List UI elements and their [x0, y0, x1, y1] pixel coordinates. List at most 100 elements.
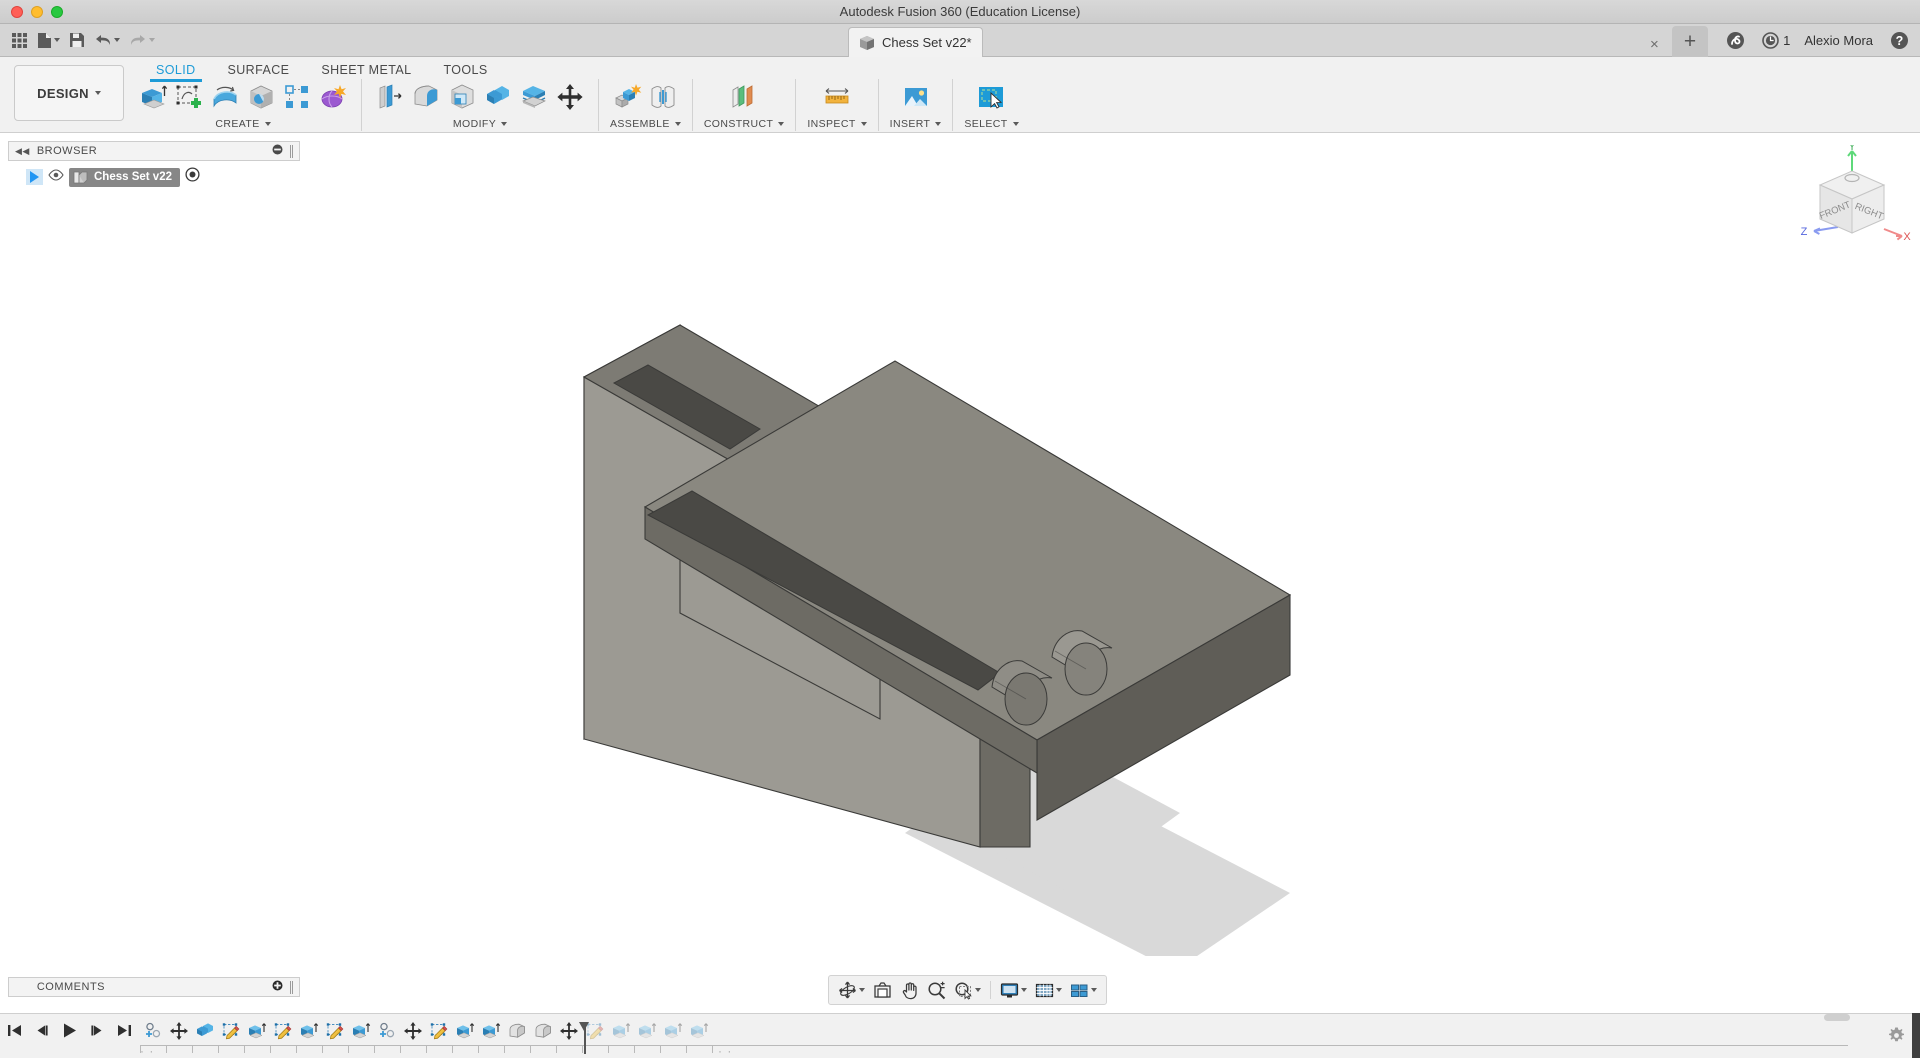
cube-icon — [860, 35, 874, 50]
timeline-tick — [504, 1046, 505, 1053]
revolve-icon[interactable] — [208, 80, 242, 114]
timeline-feature-extrude[interactable] — [348, 1018, 374, 1044]
timeline-feature-move[interactable] — [400, 1018, 426, 1044]
timeline-feature-new-component[interactable] — [374, 1018, 400, 1044]
comments-resize-grip[interactable] — [290, 980, 293, 994]
timeline-feature-extrude[interactable] — [660, 1018, 686, 1044]
play-icon[interactable] — [60, 1021, 79, 1040]
timeline-position-marker[interactable] — [579, 1019, 590, 1054]
shell-icon[interactable] — [445, 80, 479, 114]
document-tab-label: Chess Set v22* — [882, 35, 972, 50]
browser-resize-grip[interactable] — [290, 144, 293, 158]
panel-select-label[interactable]: SELECT — [964, 118, 1019, 130]
document-tab-chess-set[interactable]: Chess Set v22* — [848, 27, 983, 57]
view-cube[interactable]: Y Z X FRONT RIGHT — [1792, 141, 1912, 255]
workspace-switcher-button[interactable]: DESIGN — [14, 65, 124, 121]
pattern-icon[interactable] — [280, 80, 314, 114]
press-pull-icon[interactable] — [373, 80, 407, 114]
create-sketch-icon[interactable] — [172, 80, 206, 114]
job-status-indicator[interactable]: 1 — [1762, 32, 1790, 49]
user-name-label[interactable]: Alexio Mora — [1804, 33, 1873, 48]
document-component-icon — [73, 171, 88, 183]
eye-icon[interactable] — [48, 168, 64, 186]
timeline-tick — [608, 1046, 609, 1053]
move-copy-icon[interactable] — [553, 80, 587, 114]
offset-plane-icon[interactable] — [727, 80, 761, 114]
minimize-dot-icon[interactable] — [272, 144, 283, 158]
timeline-drag-handle[interactable] — [1824, 1014, 1850, 1021]
insert-image-icon[interactable] — [899, 80, 933, 114]
browser-root-row[interactable]: Chess Set v22 — [8, 167, 300, 187]
create-form-icon[interactable] — [316, 80, 350, 114]
panel-insert-label[interactable]: INSERT — [890, 118, 942, 130]
panel-assemble-label[interactable]: ASSEMBLE — [610, 118, 681, 130]
timeline-bar: · · · · — [0, 1013, 1920, 1058]
collapse-left-icon[interactable]: ◀◀ — [15, 146, 30, 157]
activate-radio-icon[interactable] — [185, 167, 200, 187]
timeline-feature-sketch[interactable] — [426, 1018, 452, 1044]
sweep-icon[interactable] — [244, 80, 278, 114]
measure-icon[interactable] — [820, 80, 854, 114]
step-back-icon[interactable] — [33, 1022, 50, 1039]
panel-create-label[interactable]: CREATE — [215, 118, 271, 130]
save-icon[interactable] — [66, 28, 88, 52]
fillet-icon[interactable] — [409, 80, 443, 114]
look-at-icon[interactable] — [870, 978, 895, 1002]
timeline-track[interactable]: · · · · — [140, 1018, 1848, 1055]
timeline-feature-extrude[interactable] — [478, 1018, 504, 1044]
timeline-feature-sketch[interactable] — [270, 1018, 296, 1044]
timeline-feature-fillet[interactable] — [504, 1018, 530, 1044]
help-question-icon[interactable]: ? — [1887, 29, 1912, 53]
close-document-tab-button[interactable]: × — [1650, 37, 1659, 52]
step-forward-icon[interactable] — [89, 1022, 106, 1039]
timeline-feature-fillet[interactable] — [530, 1018, 556, 1044]
zoom-window-icon[interactable] — [951, 978, 984, 1002]
jump-start-icon[interactable] — [6, 1022, 23, 1039]
new-document-tab-button[interactable]: + — [1672, 26, 1708, 57]
select-window-icon[interactable] — [974, 80, 1008, 114]
timeline-feature-move[interactable] — [166, 1018, 192, 1044]
orbit-icon[interactable] — [835, 978, 868, 1002]
fusion-extension-icon[interactable] — [1723, 29, 1748, 53]
panel-insert: INSERT — [884, 79, 948, 130]
inspect-panel-caret-icon — [860, 122, 867, 126]
joint-icon[interactable] — [646, 80, 680, 114]
timeline-settings-gear-icon[interactable] — [1887, 1026, 1906, 1050]
redo-icon[interactable] — [126, 28, 158, 52]
undo-icon[interactable] — [91, 28, 123, 52]
display-settings-icon[interactable] — [997, 978, 1030, 1002]
3d-viewport-canvas[interactable]: Y Z X FRONT RIGHT — [0, 133, 1920, 956]
expand-triangle-icon[interactable] — [26, 169, 43, 185]
file-icon[interactable] — [34, 28, 63, 52]
timeline-feature-extrude[interactable] — [608, 1018, 634, 1044]
timeline-feature-extrude[interactable] — [634, 1018, 660, 1044]
workspace-label: DESIGN — [37, 85, 89, 101]
combine-icon[interactable] — [481, 80, 515, 114]
pan-icon[interactable] — [897, 978, 922, 1002]
jump-end-icon[interactable] — [116, 1022, 133, 1039]
zoom-icon[interactable] — [924, 978, 949, 1002]
timeline-feature-extrude[interactable] — [452, 1018, 478, 1044]
browser-root-chip[interactable]: Chess Set v22 — [69, 167, 180, 187]
split-face-icon[interactable] — [517, 80, 551, 114]
panel-divider — [598, 79, 599, 131]
grid-snap-icon[interactable] — [1032, 978, 1065, 1002]
timeline-feature-extrude[interactable] — [244, 1018, 270, 1044]
new-component-icon[interactable] — [610, 80, 644, 114]
extrude-icon[interactable] — [136, 80, 170, 114]
timeline-feature-extrude[interactable] — [686, 1018, 712, 1044]
timeline-tick — [660, 1046, 661, 1053]
timeline-feature-sketch[interactable] — [218, 1018, 244, 1044]
timeline-tick — [348, 1046, 349, 1053]
timeline-feature-new-component[interactable] — [140, 1018, 166, 1044]
panel-inspect-label[interactable]: INSPECT — [807, 118, 867, 130]
add-comment-icon[interactable] — [272, 980, 283, 994]
timeline-feature-extrude[interactable] — [296, 1018, 322, 1044]
panel-modify-label[interactable]: MODIFY — [453, 118, 508, 130]
orbit-caret-icon — [859, 988, 865, 992]
timeline-feature-combine[interactable] — [192, 1018, 218, 1044]
panel-construct-label[interactable]: CONSTRUCT — [704, 118, 785, 130]
timeline-feature-sketch[interactable] — [322, 1018, 348, 1044]
app-grid-icon[interactable] — [8, 28, 31, 52]
viewports-icon[interactable] — [1067, 978, 1100, 1002]
